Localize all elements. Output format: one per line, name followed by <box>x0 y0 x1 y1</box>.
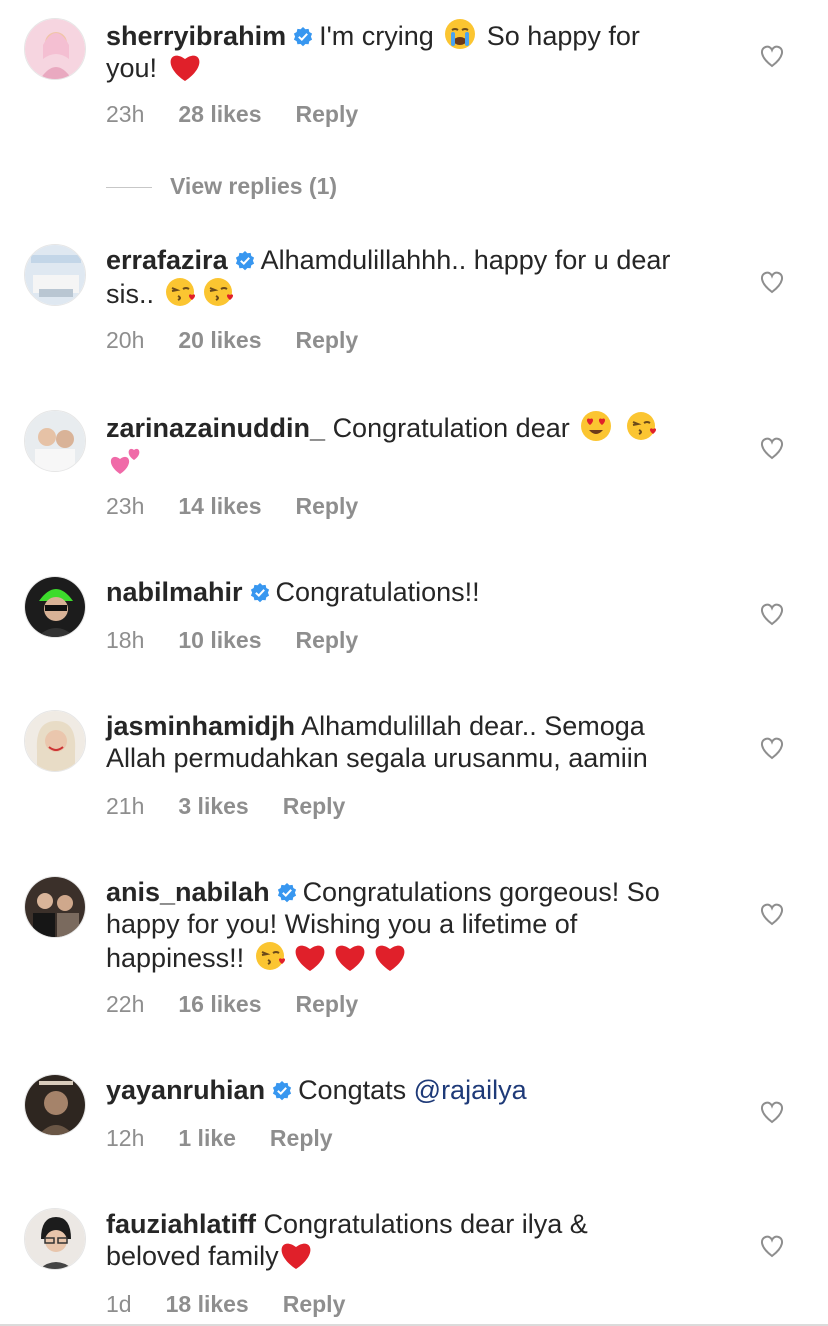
username[interactable]: zarinazainuddin_ <box>106 413 325 443</box>
avatar[interactable] <box>24 244 86 306</box>
verified-badge-icon <box>272 1081 292 1101</box>
like-heart-icon[interactable] <box>759 1100 785 1124</box>
red-heart-icon <box>375 945 405 971</box>
timestamp: 22h <box>106 991 145 1017</box>
comment-text: nabilmahir Congratulations!! <box>106 577 480 607</box>
verified-badge-icon <box>293 27 313 47</box>
red-heart-icon <box>170 55 199 81</box>
avatar[interactable] <box>24 18 86 80</box>
likes-count[interactable]: 10 likes <box>178 627 261 653</box>
username[interactable]: errafazira <box>106 245 228 275</box>
likes-count[interactable]: 20 likes <box>178 327 261 353</box>
comment-meta: 20h 20 likes Reply <box>106 326 392 354</box>
comments-list: sherryibrahim I'm crying So happy for you… <box>0 0 828 1326</box>
comment-text: errafazira Alhamdulillahhh.. happy for u … <box>106 245 671 309</box>
comment-meta: 18h 10 likes Reply <box>106 626 392 654</box>
kissing-face-icon <box>626 412 656 440</box>
username[interactable]: anis_nabilah <box>106 877 270 907</box>
timestamp: 18h <box>106 627 145 653</box>
comment-text: jasminhamidjh Alhamdulillah dear.. Semog… <box>106 711 648 773</box>
comment-text: sherryibrahim I'm crying So happy for you… <box>106 18 736 84</box>
timestamp: 12h <box>106 1125 145 1151</box>
kissing-face-icon <box>203 278 233 306</box>
verified-badge-icon <box>277 883 296 903</box>
verified-badge-icon <box>235 251 254 271</box>
reply-button[interactable]: Reply <box>296 493 359 519</box>
avatar[interactable] <box>24 410 86 472</box>
timestamp: 23h <box>106 493 145 519</box>
verified-badge-icon <box>250 583 269 603</box>
username[interactable]: yayanruhian <box>106 1075 265 1105</box>
reply-button[interactable]: Reply <box>283 1291 346 1317</box>
username[interactable]: nabilmahir <box>106 577 243 607</box>
avatar[interactable] <box>24 576 86 638</box>
comment-meta: 1d 18 likes Reply <box>106 1290 379 1318</box>
comment-text: zarinazainuddin_ Congratulation dear <box>106 410 736 478</box>
reply-button[interactable]: Reply <box>283 793 346 819</box>
comment-meta: 23h 14 likes Reply <box>106 492 392 520</box>
username[interactable]: jasminhamidjh <box>106 711 295 741</box>
avatar[interactable] <box>24 876 86 938</box>
reply-button[interactable]: Reply <box>296 627 359 653</box>
timestamp: 23h <box>106 101 145 127</box>
red-heart-icon <box>335 945 365 971</box>
timestamp: 1d <box>106 1291 132 1317</box>
comment-meta: 12h 1 like Reply <box>106 1124 367 1152</box>
like-heart-icon[interactable] <box>759 44 785 68</box>
divider <box>106 187 152 189</box>
mention-link[interactable]: @rajailya <box>414 1075 527 1105</box>
avatar[interactable] <box>24 1208 86 1270</box>
like-heart-icon[interactable] <box>759 270 785 294</box>
like-heart-icon[interactable] <box>759 602 785 626</box>
comment-text: yayanruhian Congtats @rajailya <box>106 1075 527 1105</box>
likes-count[interactable]: 28 likes <box>178 101 261 127</box>
comment-text: anis_nabilah Congratulations gorgeous! So… <box>106 877 660 973</box>
timestamp: 20h <box>106 327 145 353</box>
comment-meta: 21h 3 likes Reply <box>106 792 379 820</box>
avatar[interactable] <box>24 1074 86 1136</box>
like-heart-icon[interactable] <box>759 736 785 760</box>
likes-count[interactable]: 18 likes <box>166 1291 249 1317</box>
like-heart-icon[interactable] <box>759 902 785 926</box>
heart-eyes-face-icon <box>581 411 612 441</box>
comment-meta: 22h 16 likes Reply <box>106 990 392 1018</box>
username[interactable]: sherryibrahim <box>106 21 286 51</box>
comment-text: fauziahlatiff Congratulations dear ilya … <box>106 1209 588 1271</box>
kissing-face-icon <box>255 942 285 970</box>
timestamp: 21h <box>106 793 145 819</box>
reply-button[interactable]: Reply <box>296 101 359 127</box>
likes-count[interactable]: 14 likes <box>178 493 261 519</box>
kissing-face-icon <box>165 278 195 306</box>
likes-count[interactable]: 1 like <box>178 1125 236 1151</box>
like-heart-icon[interactable] <box>759 1234 785 1258</box>
comment-meta: 23h 28 likes Reply <box>106 100 392 128</box>
reply-button[interactable]: Reply <box>270 1125 333 1151</box>
reply-button[interactable]: Reply <box>296 327 359 353</box>
like-heart-icon[interactable] <box>759 436 785 460</box>
crying-face-icon <box>445 19 476 49</box>
two-hearts-icon <box>110 448 140 474</box>
red-heart-icon <box>281 1243 310 1269</box>
view-replies-button[interactable]: View replies (1) <box>106 172 337 200</box>
avatar[interactable] <box>24 710 86 772</box>
reply-button[interactable]: Reply <box>296 991 359 1017</box>
username[interactable]: fauziahlatiff <box>106 1209 256 1239</box>
red-heart-icon <box>295 945 325 971</box>
likes-count[interactable]: 3 likes <box>178 793 248 819</box>
likes-count[interactable]: 16 likes <box>178 991 261 1017</box>
